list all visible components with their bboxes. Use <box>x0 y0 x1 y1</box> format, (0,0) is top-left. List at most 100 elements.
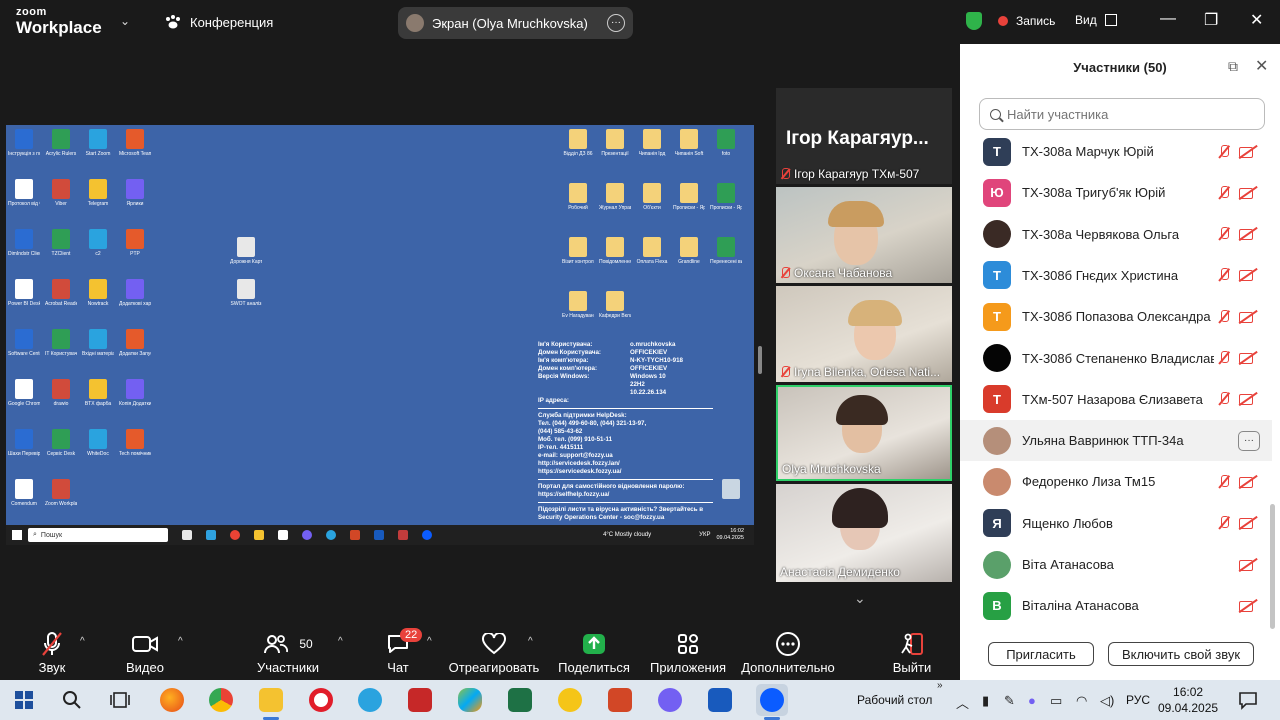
mic-muted-icon[interactable] <box>1218 516 1230 530</box>
record-label[interactable]: Запись <box>1016 14 1055 28</box>
camera-off-icon[interactable] <box>1239 311 1257 323</box>
unmute-self-button[interactable]: Включить свой звук <box>1108 642 1254 666</box>
app-icon[interactable] <box>558 688 582 712</box>
participant-search-box[interactable] <box>979 98 1265 130</box>
camera-off-icon[interactable] <box>1239 476 1257 488</box>
participant-row[interactable]: Т ТХ-308а Марчук Юрій <box>960 131 1272 172</box>
video-tile[interactable]: Оксана Чабанова <box>776 187 952 283</box>
camera-off-icon[interactable] <box>1239 393 1257 406</box>
close-icon[interactable]: ✕ <box>1255 56 1268 76</box>
mic-muted-icon[interactable] <box>1218 144 1230 159</box>
invite-button[interactable]: Пригласить <box>988 642 1094 666</box>
battery-icon[interactable]: ▭ <box>1050 693 1062 709</box>
view-button[interactable]: Вид <box>1075 13 1117 27</box>
camera-off-icon[interactable] <box>1239 228 1257 241</box>
close-icon[interactable]: ✕ <box>1250 10 1263 30</box>
taskview-icon[interactable] <box>110 690 130 710</box>
restore-icon[interactable]: ❐ <box>1204 10 1218 30</box>
participant-row[interactable]: Т ТХ-308б Попазова Олександра <box>960 296 1272 337</box>
popout-icon[interactable]: ⧉ <box>1228 58 1238 75</box>
viber-tray-icon[interactable]: ● <box>1028 693 1036 708</box>
participant-search-input[interactable] <box>1007 106 1247 122</box>
screen-share-indicator[interactable]: Экран (Olya Mruchkovska) ··· <box>398 7 633 39</box>
camera-off-icon[interactable] <box>1239 517 1257 530</box>
chevron-down-icon[interactable]: ⌄ <box>854 590 866 607</box>
paint-icon[interactable] <box>458 688 482 712</box>
excel-icon[interactable] <box>508 688 532 712</box>
participant-more-button[interactable]: ··· <box>1238 430 1260 451</box>
chat-options-caret[interactable]: ^ <box>427 636 432 647</box>
chevron-down-icon[interactable]: ⌄ <box>120 14 130 28</box>
language-indicator[interactable]: РУС <box>1126 693 1150 707</box>
mic-muted-icon[interactable] <box>1218 351 1230 365</box>
powerpoint-icon[interactable] <box>608 688 632 712</box>
chrome-icon[interactable] <box>209 688 233 712</box>
minimize-icon[interactable]: — <box>1160 10 1176 28</box>
mic-icon[interactable]: ▮ <box>982 693 989 709</box>
camera-off-icon[interactable] <box>1239 559 1257 571</box>
pen-icon[interactable]: ✎ <box>1004 693 1015 709</box>
shield-icon[interactable] <box>966 12 982 30</box>
participant-row[interactable]: Я Ященко Любов <box>960 503 1272 544</box>
resize-handle[interactable] <box>758 346 762 374</box>
participant-row[interactable]: Ю ТХ-308а Тригуб'як Юрій <box>960 172 1272 213</box>
video-options-caret[interactable]: ^ <box>178 636 183 647</box>
notifications-icon[interactable] <box>1238 690 1258 710</box>
share-button[interactable]: Поделиться <box>558 630 630 675</box>
system-clock[interactable]: 16:02 09.04.2025 <box>1158 684 1218 716</box>
more-button[interactable]: Дополнительно <box>740 630 836 675</box>
wifi-icon[interactable]: ◠ <box>1076 693 1087 709</box>
participant-row[interactable]: Віта Атанасова <box>960 544 1272 585</box>
zoom-icon[interactable] <box>760 688 784 712</box>
word-icon[interactable] <box>708 688 732 712</box>
firefox-icon[interactable] <box>160 688 184 712</box>
opera-icon[interactable] <box>309 688 333 712</box>
camera-off-icon[interactable] <box>1239 269 1257 282</box>
mic-muted-icon[interactable] <box>1218 474 1230 489</box>
windows-start-icon[interactable] <box>14 690 34 710</box>
mic-muted-icon[interactable] <box>1218 268 1230 282</box>
participant-row[interactable]: Т ТХм-507 Назарова Єлизавета <box>960 379 1272 420</box>
mic-muted-icon[interactable] <box>1218 309 1230 324</box>
file-explorer-icon[interactable] <box>259 688 283 712</box>
scrollbar[interactable] <box>1270 504 1275 629</box>
viber-icon[interactable] <box>658 688 682 712</box>
video-tile[interactable]: Ігор Карагяур... Ігор Карагяур ТХм-507 <box>776 88 952 184</box>
chevron-up-icon[interactable]: ︿ <box>956 693 969 712</box>
desktop-label[interactable]: Рабочий стол <box>857 693 932 707</box>
search-icon[interactable] <box>62 690 82 710</box>
camera-off-icon[interactable] <box>1239 352 1257 364</box>
audio-button[interactable]: Звук <box>26 630 78 675</box>
camera-off-icon[interactable] <box>1239 600 1257 612</box>
mic-muted-icon[interactable] <box>1218 185 1230 200</box>
participants-button[interactable]: 50 Участники <box>252 630 324 675</box>
participant-row[interactable]: В Віталіна Атанасова <box>960 585 1272 626</box>
react-button[interactable]: Отреагировать <box>448 630 540 675</box>
participant-row[interactable]: Ульяна Вавринюк ТТП-34а ··· <box>960 420 1272 462</box>
react-options-caret[interactable]: ^ <box>528 636 533 647</box>
shared-screen[interactable]: Інструкція з повернення Acrylic Rulers Sta… <box>6 125 754 545</box>
apps-button[interactable]: Приложения <box>648 630 728 675</box>
zoom-logo[interactable]: zoom Workplace <box>16 7 102 37</box>
video-tile[interactable]: Iryna Bilenka, Odesa Nati... <box>776 286 952 382</box>
more-icon[interactable]: ··· <box>607 14 625 32</box>
anydesk-icon[interactable] <box>408 688 432 712</box>
leave-button[interactable]: Выйти <box>890 630 934 675</box>
mic-muted-icon[interactable] <box>1218 227 1230 241</box>
telegram-icon[interactable] <box>358 688 382 712</box>
participant-row[interactable]: Т ТХ-308б Гнєдих Христина <box>960 255 1272 296</box>
volume-icon[interactable]: ◁) <box>1100 693 1114 709</box>
video-tile[interactable]: Анастасія Демиденко <box>776 484 952 582</box>
mic-muted-icon[interactable] <box>1218 392 1230 406</box>
video-tile-active-speaker[interactable]: Olya Mruchkovska <box>776 385 952 481</box>
camera-off-icon[interactable] <box>1239 187 1257 199</box>
participants-options-caret[interactable]: ^ <box>338 636 343 647</box>
meeting-info-button[interactable]: Конференция <box>164 14 273 30</box>
participant-row[interactable]: Федоренко Лиза Тм15 <box>960 461 1272 502</box>
participant-row[interactable]: ТХ-308а Червякова Ольга <box>960 214 1272 255</box>
chevron-double-icon[interactable]: » <box>937 680 943 691</box>
video-button[interactable]: Видео <box>118 630 172 675</box>
participant-row[interactable]: ТХ-308б Степаненко Владислав <box>960 338 1272 379</box>
audio-options-caret[interactable]: ^ <box>80 636 85 647</box>
camera-off-icon[interactable] <box>1239 146 1257 158</box>
